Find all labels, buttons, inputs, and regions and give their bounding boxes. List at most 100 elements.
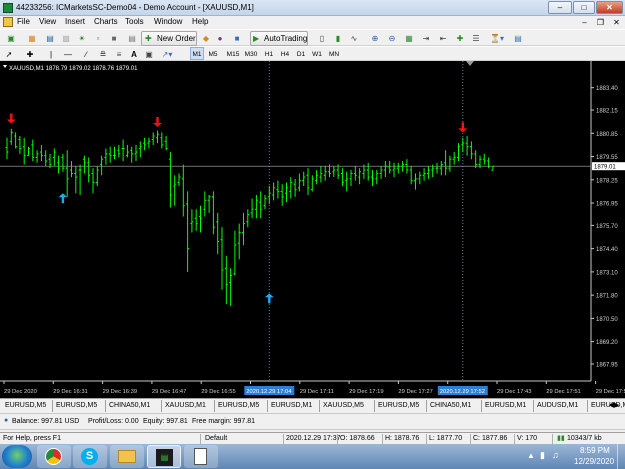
network-icon[interactable]: ▮ xyxy=(540,450,545,461)
mdi-close-button[interactable]: ✕ xyxy=(610,17,623,28)
bar-volume: V: 170 xyxy=(517,435,537,442)
volume-icon[interactable]: ♫ xyxy=(552,450,559,460)
templates-dropdown-icon[interactable]: ▤ xyxy=(512,32,524,45)
crosshair-icon[interactable]: ✚ xyxy=(24,48,36,61)
timeframe-mn[interactable]: MN xyxy=(326,47,342,60)
menu-window[interactable]: Window xyxy=(154,17,182,26)
timeframe-d1[interactable]: D1 xyxy=(294,47,308,60)
zoom-out-icon[interactable]: ⊖ xyxy=(386,32,398,45)
close-button[interactable]: ✕ xyxy=(596,1,623,14)
bar-close: C: 1877.86 xyxy=(473,435,508,442)
taskbar-explorer[interactable] xyxy=(110,445,144,468)
text-box-icon[interactable]: ▣ xyxy=(143,48,155,61)
time-tick-label: 29 Dec 16:47 xyxy=(152,389,186,395)
taskbar-notepad[interactable] xyxy=(184,445,218,468)
candlestick-icon[interactable]: ▮ xyxy=(332,32,344,45)
shapes-dropdown-icon[interactable]: ↗▾ xyxy=(159,48,175,61)
bar-time: 2020.12.29 17:37 xyxy=(286,435,341,442)
chart-tab[interactable]: EURUSD,M5 xyxy=(375,400,427,412)
periods-dropdown-icon[interactable]: ⏳▾ xyxy=(488,32,506,45)
metaeditor-icon[interactable]: ◆ xyxy=(200,32,212,45)
autotrading-button[interactable]: ▶ AutoTrading xyxy=(250,31,308,46)
minimize-button[interactable]: – xyxy=(548,1,572,14)
line-chart-icon[interactable]: ∿ xyxy=(348,32,360,45)
timeframe-m5[interactable]: M5 xyxy=(206,47,220,60)
timeframe-m30[interactable]: M30 xyxy=(242,47,260,60)
chart-area[interactable]: 1883.40 1882.15 1880.85 1879.55 1878.25 1876.… xyxy=(0,61,625,398)
bar-chart-icon[interactable]: ▯ xyxy=(316,32,328,45)
chart-tab[interactable]: EURUSD,M5 xyxy=(2,400,53,412)
signals-icon[interactable]: ● xyxy=(214,32,226,45)
menu-help[interactable]: Help xyxy=(192,17,208,26)
fibonacci-icon[interactable]: ≡ xyxy=(113,48,125,61)
profiles-icon[interactable]: ▦ xyxy=(26,32,38,45)
show-desktop-button[interactable] xyxy=(617,444,625,469)
chart-background xyxy=(0,61,625,398)
chart-tab[interactable]: EURUSD,M5 xyxy=(53,400,106,412)
data-window-icon[interactable]: ▩ xyxy=(60,32,72,45)
order-book-icon[interactable]: ▤ xyxy=(126,32,138,45)
timeframe-h1[interactable]: H1 xyxy=(262,47,276,60)
start-button[interactable] xyxy=(2,445,32,468)
tester-icon[interactable]: ■ xyxy=(108,32,120,45)
chart-tab[interactable]: CHINA50,M1 xyxy=(106,400,162,412)
chart-tab[interactable]: XAUUSD,M5 xyxy=(320,400,375,412)
market-watch-icon[interactable]: ▤ xyxy=(44,32,56,45)
templates-icon[interactable]: ☰ xyxy=(470,32,482,45)
tile-windows-icon[interactable]: ▦ xyxy=(403,32,415,45)
timeframe-w1[interactable]: W1 xyxy=(310,47,324,60)
chart-tab[interactable]: XAUUSD,M1 xyxy=(162,400,215,412)
menu-charts[interactable]: Charts xyxy=(94,17,118,26)
clock-date[interactable]: 12/29/2020 xyxy=(574,457,614,466)
taskbar-chrome[interactable] xyxy=(37,445,71,468)
vertical-line-icon[interactable]: | xyxy=(46,48,56,61)
status-divider xyxy=(470,434,471,444)
price-tick-label: 1871.80 xyxy=(596,294,618,300)
maximize-button[interactable]: □ xyxy=(573,1,595,14)
chart-shift-icon[interactable]: ⇤ xyxy=(437,32,449,45)
clock-time[interactable]: 8:59 PM xyxy=(580,446,610,455)
mdi-restore-button[interactable]: ❐ xyxy=(594,17,607,28)
channel-icon[interactable]: ≞ xyxy=(97,48,109,61)
cursor-icon[interactable]: ➚ xyxy=(3,48,15,61)
indicators-icon[interactable]: ✚ xyxy=(454,32,466,45)
trendline-icon[interactable]: ∕ xyxy=(80,48,92,61)
price-chart[interactable]: 1883.40 1882.15 1880.85 1879.55 1878.25 1876.… xyxy=(0,61,625,398)
price-tick-label: 1874.40 xyxy=(596,247,618,253)
chart-tab[interactable]: AUDUSD,M1 xyxy=(534,400,588,412)
tab-scroll-arrows-icon[interactable]: ◀▶ xyxy=(604,400,624,412)
chart-tab[interactable]: EURUSD,M5 xyxy=(215,400,268,412)
terminal-icon[interactable]: ▫ xyxy=(92,32,104,45)
menu-view[interactable]: View xyxy=(39,17,56,26)
current-price-label: 1879.01 xyxy=(594,165,616,171)
navigator-icon[interactable]: ✴ xyxy=(76,32,88,45)
market-icon[interactable]: ■ xyxy=(231,32,243,45)
chrome-icon xyxy=(45,448,62,465)
menu-tools[interactable]: Tools xyxy=(125,17,144,26)
text-label-icon[interactable]: A xyxy=(129,48,139,61)
taskbar-metatrader[interactable]: ▤ xyxy=(147,445,181,468)
connection-icon: ▮▮ xyxy=(557,435,565,442)
menu-insert[interactable]: Insert xyxy=(65,17,85,26)
time-tick-label: 29 Dec 17:59 xyxy=(596,389,625,395)
auto-scroll-icon[interactable]: ⇥ xyxy=(420,32,432,45)
timeframe-h4[interactable]: H4 xyxy=(278,47,292,60)
standard-toolbar: ▣ ▦ ▤ ▩ ✴ ▫ ■ ▤ ✚ New Order ◆ ● ■ ▶ Auto… xyxy=(0,29,625,46)
profile-text[interactable]: Default xyxy=(205,434,227,444)
tray-arrow-icon[interactable]: ▲ xyxy=(527,451,535,460)
new-order-button[interactable]: ✚ New Order xyxy=(141,31,197,46)
equity-text: Equity: 997.81 xyxy=(143,418,188,425)
chart-tab[interactable]: EURUSD,M1 xyxy=(482,400,534,412)
menu-file[interactable]: File xyxy=(17,17,30,26)
zoom-in-icon[interactable]: ⊕ xyxy=(369,32,381,45)
chart-tab[interactable]: CHINA50,M1 xyxy=(427,400,482,412)
horizontal-line-icon[interactable]: — xyxy=(62,48,74,61)
chart-tab[interactable]: EURUSD,M1 xyxy=(268,400,320,412)
timeframe-m1[interactable]: M1 xyxy=(190,47,204,60)
timeframe-m15[interactable]: M15 xyxy=(224,47,242,60)
bar-low: L: 1877.70 xyxy=(429,435,463,442)
taskbar-skype[interactable]: S xyxy=(73,445,107,468)
price-tick-label: 1873.10 xyxy=(596,270,618,276)
new-chart-icon[interactable]: ▣ xyxy=(4,32,18,45)
mdi-minimize-button[interactable]: – xyxy=(578,17,591,28)
